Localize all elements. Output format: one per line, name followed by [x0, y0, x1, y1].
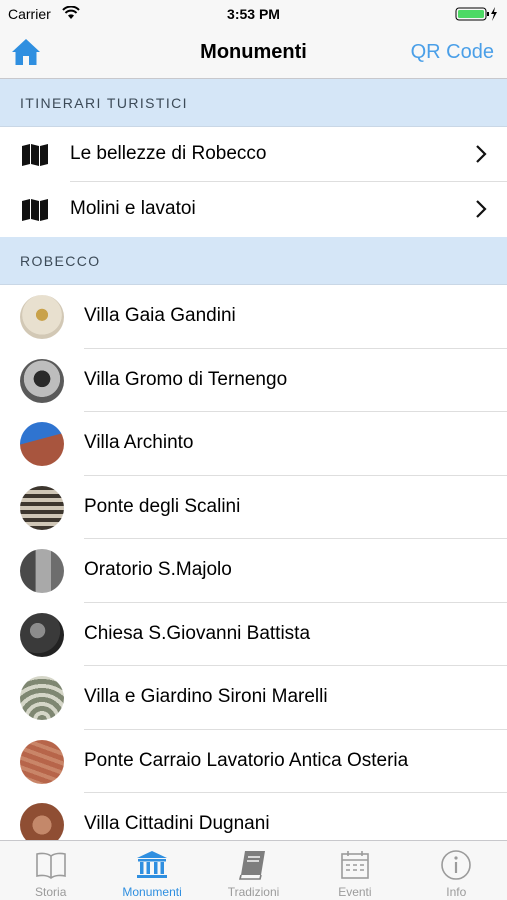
tab-info[interactable]: Info	[406, 841, 507, 900]
monument-label: Oratorio S.Majolo	[84, 559, 232, 580]
monument-label: Villa Gaia Gandini	[84, 305, 236, 326]
list-item-monument[interactable]: Villa e Giardino Sironi Marelli	[0, 666, 507, 730]
map-icon	[22, 144, 48, 166]
monument-thumbnail	[20, 422, 64, 466]
list-item-monument[interactable]: Ponte degli Scalini	[0, 475, 507, 539]
monument-label: Chiesa S.Giovanni Battista	[84, 622, 311, 644]
monument-thumbnail	[20, 549, 64, 593]
tab-label: Tradizioni	[227, 885, 280, 899]
list-item-monument[interactable]: Villa Cittadini Dugnani	[0, 793, 507, 840]
monument-label: Villa Gromo di Ternengo	[84, 368, 288, 390]
tab-tradizioni[interactable]: Tradizioni	[203, 841, 304, 900]
route-label: Molini e lavatoi	[70, 198, 196, 219]
monument-thumbnail	[20, 739, 64, 784]
route-label: Le bellezze di Robecco	[70, 143, 267, 164]
calendar-icon	[341, 851, 369, 879]
monument-thumbnail	[20, 485, 64, 530]
monument-thumbnail	[20, 612, 64, 657]
list-item-monument[interactable]: Villa Archinto	[0, 412, 507, 476]
list-item-monument[interactable]: Oratorio S.Majolo	[0, 539, 507, 603]
list-item-monument[interactable]: Chiesa S.Giovanni Battista	[0, 602, 507, 666]
info-icon	[441, 850, 472, 880]
tab-bar: Storia Monumenti Tradizioni Eventi Info	[0, 840, 507, 900]
tab-eventi[interactable]: Eventi	[304, 841, 405, 900]
tab-label: Monumenti	[122, 885, 182, 899]
list-item-monument[interactable]: Villa Gaia Gandini	[0, 285, 507, 349]
battery-icon	[455, 7, 497, 21]
book-closed-icon	[239, 851, 266, 880]
qr-code-button[interactable]: QR Code	[411, 41, 494, 64]
list-item-monument[interactable]: Villa Gromo di Ternengo	[0, 348, 507, 412]
monument-thumbnail	[20, 676, 64, 720]
monument-label: Ponte Carraio Lavatorio Antica Osteria	[84, 749, 409, 771]
chevron-right-icon	[476, 200, 487, 218]
list-item-route[interactable]: Le bellezze di Robecco	[0, 127, 507, 182]
tab-monumenti[interactable]: Monumenti	[101, 841, 202, 900]
tab-label: Storia	[35, 885, 67, 899]
status-time: 3:53 PM	[227, 6, 280, 22]
monument-label: Villa Archinto	[84, 432, 194, 453]
list-item-monument[interactable]: Ponte Carraio Lavatorio Antica Osteria	[0, 729, 507, 793]
monument-label: Villa Cittadini Dugnani	[84, 813, 270, 834]
status-bar: Carrier 3:53 PM	[0, 0, 507, 28]
monument-thumbnail	[20, 358, 64, 403]
monument-icon	[137, 851, 168, 878]
section-header-robecco: ROBECCO	[0, 237, 507, 285]
section-header-itinerari: ITINERARI TURISTICI	[0, 79, 507, 127]
navigation-bar: Monumenti QR Code	[0, 28, 507, 79]
monument-label: Ponte degli Scalini	[84, 495, 241, 517]
monument-label: Villa e Giardino Sironi Marelli	[84, 686, 328, 707]
tab-label: Info	[446, 885, 467, 899]
book-open-icon	[35, 852, 66, 879]
chevron-right-icon	[476, 145, 487, 163]
tab-storia[interactable]: Storia	[0, 841, 101, 900]
monument-list: ITINERARI TURISTICI Le bellezze di Robec…	[0, 79, 507, 840]
tab-label: Eventi	[338, 885, 372, 899]
monument-thumbnail	[20, 295, 64, 339]
monument-thumbnail	[20, 803, 64, 840]
map-icon	[22, 199, 48, 221]
list-item-route[interactable]: Molini e lavatoi	[0, 182, 507, 237]
